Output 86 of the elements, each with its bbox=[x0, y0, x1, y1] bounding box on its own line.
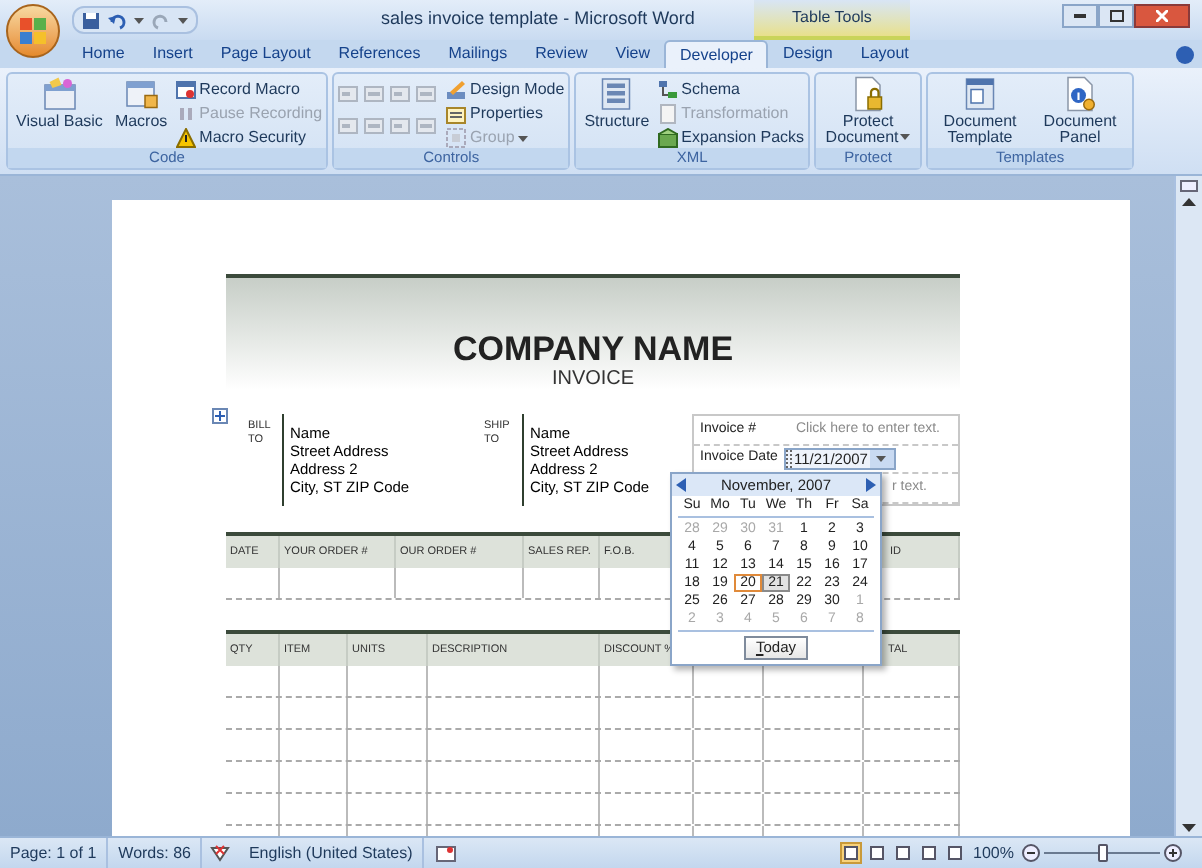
pencil-ruler-icon bbox=[446, 80, 467, 100]
ribbon-button[interactable]: Macros bbox=[110, 76, 172, 130]
ribbon-button[interactable]: Macro Security bbox=[175, 126, 323, 148]
ribbon-tab[interactable]: References bbox=[324, 40, 435, 68]
ribbon-tab[interactable]: View bbox=[601, 40, 664, 68]
next-month-icon bbox=[865, 478, 876, 492]
ribbon-tab[interactable]: Layout bbox=[846, 40, 923, 68]
grid-window-icon bbox=[123, 76, 160, 112]
ribbon-button[interactable]: Protect Document bbox=[820, 76, 917, 146]
slider-thumb[interactable] bbox=[1097, 844, 1107, 862]
ribbon-button[interactable]: Structure bbox=[580, 76, 654, 130]
control-icon bbox=[390, 116, 411, 136]
control-icon bbox=[390, 84, 411, 104]
control-icon bbox=[364, 84, 385, 104]
restore-button[interactable] bbox=[1098, 4, 1134, 28]
ribbon-tab[interactable]: Insert bbox=[138, 40, 207, 68]
minimize-icon bbox=[1074, 14, 1086, 18]
proofing-icon bbox=[210, 844, 231, 862]
control-icon bbox=[416, 84, 437, 104]
ribbon-tab[interactable]: Design bbox=[768, 40, 847, 68]
context-tab-title: Table Tools bbox=[754, 0, 910, 40]
ribbon-button[interactable]: Design Mode bbox=[446, 78, 565, 102]
control-icon bbox=[338, 116, 359, 136]
table-structure-icon bbox=[598, 76, 635, 112]
control-icon bbox=[416, 116, 437, 136]
caret-icon bbox=[178, 17, 188, 23]
info-document-icon bbox=[1062, 76, 1099, 112]
control-icon bbox=[364, 116, 385, 136]
ribbon-button[interactable]: Schema bbox=[657, 78, 805, 102]
package-icon bbox=[657, 128, 678, 148]
lock-document-icon bbox=[850, 76, 887, 112]
app-window-icon bbox=[41, 76, 78, 112]
view-button[interactable] bbox=[917, 842, 940, 864]
zoom-slider[interactable] bbox=[1044, 844, 1160, 862]
zoom-in-icon bbox=[1164, 844, 1182, 862]
ribbon-button[interactable]: Visual Basic bbox=[12, 76, 107, 130]
ribbon-button[interactable]: Expansion Packs bbox=[657, 126, 805, 148]
minimize-button[interactable] bbox=[1062, 4, 1098, 28]
table-move-handle-icon bbox=[212, 408, 228, 424]
ribbon-button[interactable]: Document Template bbox=[932, 76, 1029, 146]
view-button[interactable] bbox=[865, 842, 888, 864]
status-item[interactable]: Words: 86 bbox=[108, 837, 203, 868]
ruler-icon bbox=[1180, 180, 1198, 192]
undo-icon bbox=[108, 11, 126, 29]
office-logo-icon bbox=[20, 18, 46, 44]
control-icon bbox=[338, 84, 359, 104]
document-window-icon bbox=[962, 76, 999, 112]
warning-icon bbox=[175, 128, 196, 148]
status-item[interactable]: English (United States) bbox=[238, 837, 425, 868]
caret-icon bbox=[900, 134, 911, 141]
previous-month-icon bbox=[676, 478, 686, 492]
redo-icon bbox=[152, 11, 170, 29]
vertical-scrollbar[interactable] bbox=[1174, 176, 1202, 836]
close-button[interactable] bbox=[1134, 4, 1190, 28]
ribbon-button[interactable]: Document Panel bbox=[1032, 76, 1129, 146]
document-icon bbox=[657, 104, 678, 124]
zoom-level: 100% bbox=[973, 841, 1014, 865]
tree-icon bbox=[657, 80, 678, 100]
caret-icon bbox=[876, 456, 887, 462]
ribbon-tab[interactable]: Review bbox=[521, 40, 602, 68]
ribbon-tab[interactable]: Page Layout bbox=[206, 40, 325, 68]
view-button[interactable] bbox=[839, 842, 862, 864]
status-item[interactable]: Page: 1 of 1 bbox=[0, 837, 109, 868]
ribbon-button[interactable]: Record Macro bbox=[175, 78, 323, 102]
window-icon bbox=[175, 80, 196, 100]
close-icon bbox=[1156, 10, 1168, 22]
caret-icon bbox=[134, 17, 144, 23]
ribbon-tab[interactable]: Mailings bbox=[434, 40, 522, 68]
macro-record-icon bbox=[436, 845, 457, 861]
save-icon bbox=[82, 11, 100, 29]
window-title: sales invoice template - Microsoft Word bbox=[379, 6, 697, 33]
company-name: COMPANY NAME bbox=[452, 330, 734, 368]
zoom-out-icon bbox=[1022, 844, 1040, 862]
caret-icon bbox=[518, 135, 529, 141]
view-button[interactable] bbox=[943, 842, 966, 864]
view-button[interactable] bbox=[891, 842, 914, 864]
ribbon-button[interactable]: Properties bbox=[446, 102, 565, 126]
scroll-up-icon bbox=[1182, 198, 1196, 206]
ribbon-tab[interactable]: Developer bbox=[664, 40, 769, 68]
properties-icon bbox=[446, 104, 467, 124]
restore-icon bbox=[1109, 10, 1123, 22]
pause-icon bbox=[175, 104, 196, 124]
scroll-down-icon bbox=[1182, 824, 1196, 832]
invoice-title: INVOICE bbox=[551, 368, 635, 390]
ribbon-tab[interactable]: Home bbox=[68, 40, 139, 68]
group-icon bbox=[446, 128, 467, 148]
